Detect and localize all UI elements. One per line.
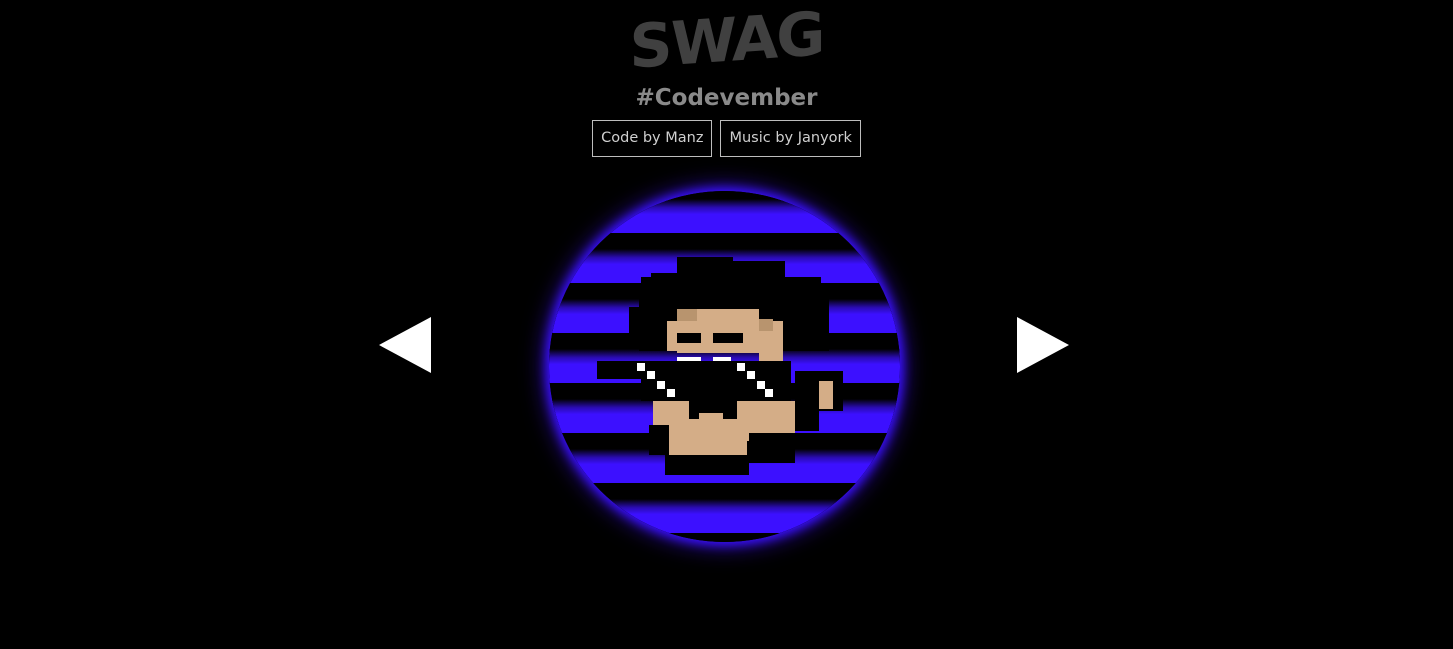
album-art-disc[interactable] [549,191,900,542]
code-credit-button[interactable]: Code by Manz [592,120,713,157]
previous-button[interactable] [379,317,431,373]
credits-bar: Code by Manz Music by Janyork [0,120,1453,157]
triangle-left-icon [379,317,431,373]
next-button[interactable] [1017,317,1069,373]
triangle-right-icon [1017,317,1069,373]
subtitle-hashtag: #Codevember [635,85,818,111]
pixel-avatar-image [549,191,900,542]
music-credit-button[interactable]: Music by Janyork [720,120,861,157]
